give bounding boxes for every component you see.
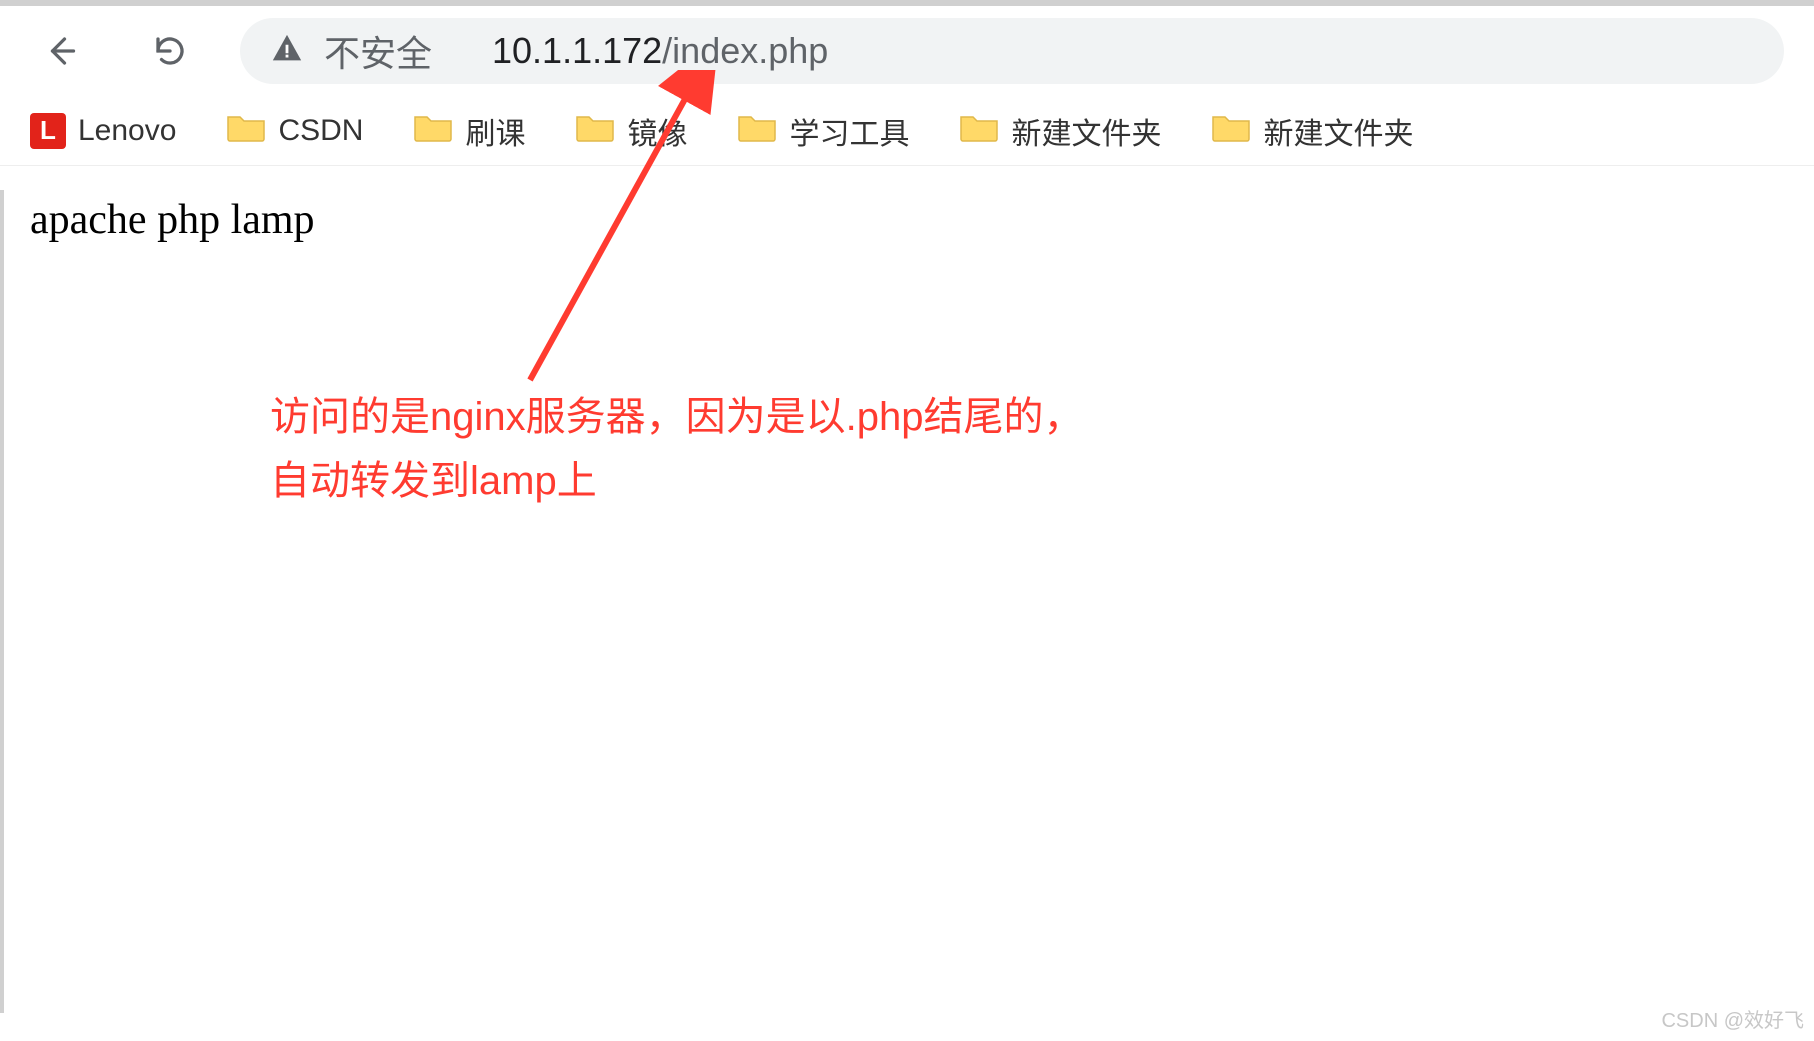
folder-icon xyxy=(959,111,999,151)
folder-icon xyxy=(737,111,777,151)
folder-icon xyxy=(1211,111,1251,151)
annotation-text: 访问的是nginx服务器，因为是以.php结尾的， 自动转发到lamp上 xyxy=(270,385,1083,513)
folder-icon xyxy=(575,111,615,151)
bookmark-label: 刷课 xyxy=(465,109,525,153)
bookmark-label: CSDN xyxy=(278,114,363,148)
bookmark-label: 新建文件夹 xyxy=(1263,109,1413,153)
bookmark-folder-shuake[interactable]: 刷课 xyxy=(413,109,525,153)
bookmark-folder-xuexigongju[interactable]: 学习工具 xyxy=(737,109,909,153)
browser-toolbar: 不安全 10.1.1.172/index.php xyxy=(0,6,1814,96)
page-body-text: apache php lamp xyxy=(30,196,1784,244)
bookmark-lenovo[interactable]: L Lenovo xyxy=(30,113,176,149)
bookmark-folder-xinjian2[interactable]: 新建文件夹 xyxy=(1211,109,1413,153)
annotation-line-2: 自动转发到lamp上 xyxy=(270,449,1083,513)
bookmark-label: 镜像 xyxy=(627,109,687,153)
bookmark-folder-xinjian1[interactable]: 新建文件夹 xyxy=(959,109,1161,153)
bookmark-label: 学习工具 xyxy=(789,109,909,153)
url-host: 10.1.1.172 xyxy=(492,30,662,71)
back-button[interactable] xyxy=(30,21,90,81)
annotation-line-1: 访问的是nginx服务器，因为是以.php结尾的， xyxy=(270,385,1083,449)
bookmark-folder-csdn[interactable]: CSDN xyxy=(226,111,363,151)
watermark: CSDN @效好飞 xyxy=(1661,1004,1804,1033)
page-content-area: apache php lamp xyxy=(0,166,1814,274)
url-path: /index.php xyxy=(662,30,828,71)
folder-icon xyxy=(413,111,453,151)
url-display: 10.1.1.172/index.php xyxy=(492,30,828,72)
not-secure-label: 不安全 xyxy=(324,25,432,77)
bookmark-folder-jingxiang[interactable]: 镜像 xyxy=(575,109,687,153)
bookmark-label: 新建文件夹 xyxy=(1011,109,1161,153)
address-bar[interactable]: 不安全 10.1.1.172/index.php xyxy=(240,18,1784,84)
folder-icon xyxy=(226,111,266,151)
window-left-border xyxy=(0,190,4,1013)
bookmark-label: Lenovo xyxy=(78,114,176,148)
not-secure-icon xyxy=(270,32,304,71)
bookmarks-bar: L Lenovo CSDN 刷课 镜像 学习工具 新建文件夹 新建文 xyxy=(0,96,1814,166)
lenovo-icon: L xyxy=(30,113,66,149)
reload-button[interactable] xyxy=(140,21,200,81)
